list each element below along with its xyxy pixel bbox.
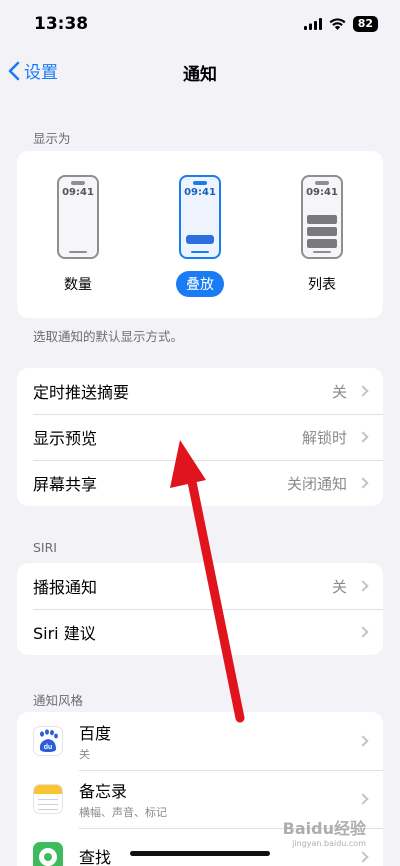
section-header-siri: SIRI bbox=[33, 540, 57, 555]
chevron-right-icon bbox=[357, 626, 369, 638]
phone-count-icon: 09:41 bbox=[57, 175, 99, 259]
display-option-label: 叠放 bbox=[176, 271, 224, 297]
general-settings-card: 定时推送摘要 关 显示预览 解锁时 屏幕共享 关闭通知 bbox=[17, 368, 383, 506]
battery-icon: 82 bbox=[352, 16, 378, 32]
display-option-label: 数量 bbox=[64, 277, 92, 293]
status-time: 13:38 bbox=[34, 14, 89, 34]
home-indicator bbox=[130, 851, 270, 856]
section-header-display-as: 显示为 bbox=[33, 131, 71, 146]
row-label: Siri 建议 bbox=[33, 624, 96, 643]
row-screen-sharing[interactable]: 屏幕共享 关闭通知 bbox=[17, 460, 383, 506]
baidu-icon: du bbox=[33, 726, 63, 756]
row-announce-notifications[interactable]: 播报通知 关 bbox=[17, 563, 383, 609]
wifi-icon bbox=[329, 18, 346, 30]
row-label: 定时推送摘要 bbox=[33, 383, 130, 402]
display-as-card: 09:41 数量 09:41 叠放 09:41 列表 bbox=[17, 151, 383, 318]
row-value: 解锁时 bbox=[301, 428, 347, 447]
display-option-count[interactable]: 09:41 数量 bbox=[33, 175, 123, 297]
status-icons: 82 bbox=[303, 16, 378, 32]
display-as-footnote: 选取通知的默认显示方式。 bbox=[33, 329, 184, 344]
display-option-list[interactable]: 09:41 列表 bbox=[277, 175, 367, 297]
watermark-url: jingyan.baidu.com bbox=[292, 839, 366, 848]
row-label: 显示预览 bbox=[33, 429, 98, 448]
row-value: 关 bbox=[331, 577, 347, 596]
row-siri-suggestions[interactable]: Siri 建议 bbox=[17, 609, 383, 655]
chevron-right-icon bbox=[357, 735, 369, 747]
chevron-right-icon bbox=[357, 580, 369, 592]
find-my-icon bbox=[33, 842, 63, 866]
phone-list-icon: 09:41 bbox=[301, 175, 343, 259]
chevron-right-icon bbox=[357, 793, 369, 805]
app-row-baidu[interactable]: du 百度 关 bbox=[17, 712, 383, 770]
baidu-watermark: Baidu经验 jingyan.baidu.com bbox=[283, 815, 366, 848]
row-label: 屏幕共享 bbox=[33, 475, 98, 494]
row-label: 播报通知 bbox=[33, 578, 98, 597]
row-value: 关闭通知 bbox=[286, 474, 347, 493]
section-header-notification-style: 通知风格 bbox=[33, 693, 84, 708]
chevron-right-icon bbox=[357, 851, 369, 863]
signal-icon bbox=[303, 18, 322, 30]
app-subtitle: 关 bbox=[79, 748, 90, 761]
row-scheduled-summary[interactable]: 定时推送摘要 关 bbox=[17, 368, 383, 414]
nav-bar: 设置 通知 bbox=[0, 52, 400, 92]
siri-card: 播报通知 关 Siri 建议 bbox=[17, 563, 383, 655]
svg-text:du: du bbox=[44, 744, 53, 751]
display-option-label: 列表 bbox=[308, 277, 336, 293]
chevron-right-icon bbox=[357, 431, 369, 443]
app-name: 百度 bbox=[79, 724, 112, 743]
app-name: 备忘录 bbox=[79, 782, 128, 801]
page-title: 通知 bbox=[183, 65, 217, 85]
watermark-text: Baidu经验 bbox=[282, 819, 366, 838]
notes-icon bbox=[33, 784, 63, 814]
row-show-previews[interactable]: 显示预览 解锁时 bbox=[17, 414, 383, 460]
row-value: 关 bbox=[331, 382, 347, 401]
chevron-right-icon bbox=[357, 477, 369, 489]
chevron-right-icon bbox=[357, 385, 369, 397]
status-bar: 13:38 82 bbox=[0, 0, 400, 48]
phone-stack-icon: 09:41 bbox=[179, 175, 221, 259]
display-option-stack[interactable]: 09:41 叠放 bbox=[155, 175, 245, 297]
